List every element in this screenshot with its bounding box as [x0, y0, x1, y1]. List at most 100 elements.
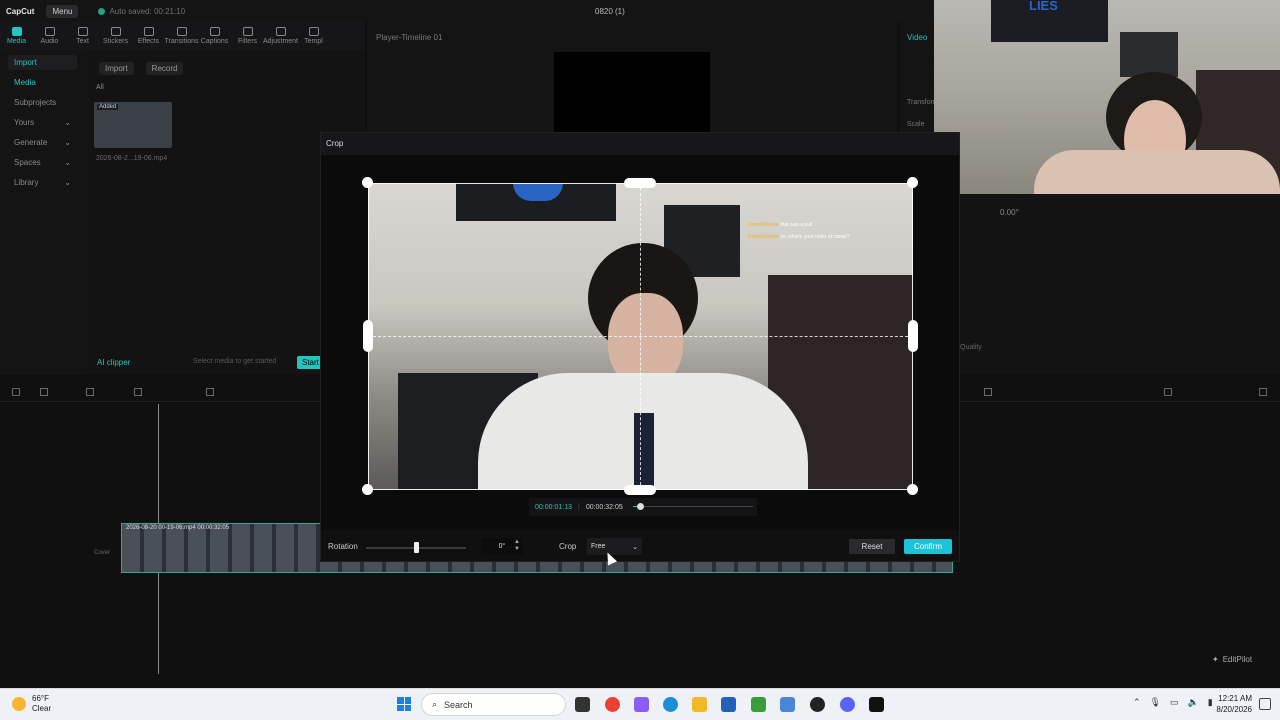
select-icon[interactable] [40, 388, 48, 396]
crop-dialog: Crop DrumlinGame that was a pull Drumlin… [320, 132, 960, 562]
task-view-icon[interactable] [575, 697, 590, 712]
chevron-up-icon[interactable]: ⌃ [1133, 697, 1141, 708]
project-title: 0820 (1) [595, 7, 625, 16]
capcut-icon[interactable] [869, 697, 884, 712]
main-toolbar: Media Audio Text Stickers Effects Transi… [0, 22, 365, 50]
tool-audio[interactable]: Audio [33, 22, 66, 50]
scrub-track[interactable] [633, 506, 753, 507]
player-screen[interactable] [554, 52, 710, 132]
sidebar-item-library[interactable]: Library ⌄ [8, 175, 77, 190]
ai-clipper-button[interactable]: AI clipper [97, 358, 130, 367]
tool-label: Stickers [103, 38, 128, 45]
crop-preview-image[interactable]: DrumlinGame that was a pull DrumlinGame … [368, 183, 913, 490]
split-icon[interactable] [134, 388, 142, 396]
xbox-icon[interactable] [751, 697, 766, 712]
discord-icon[interactable] [840, 697, 855, 712]
autosave-text: Auto saved: 00:21:10 [109, 6, 186, 16]
add-icon[interactable] [12, 388, 20, 396]
reset-button[interactable]: Reset [849, 539, 895, 554]
crop-handle-right[interactable] [908, 320, 918, 352]
tab-video[interactable]: Video [907, 33, 927, 42]
media-icon [11, 27, 22, 36]
chrome-icon[interactable] [605, 697, 620, 712]
taskbar-clock[interactable]: 12:21 AM 8/20/2026 [1212, 693, 1252, 715]
volume-icon[interactable]: 🔈 [1188, 697, 1199, 708]
tool-label: Text [76, 38, 89, 45]
adjustment-icon [275, 27, 286, 36]
tool-filters[interactable]: Filters [231, 22, 264, 50]
zoom-out-icon[interactable] [1164, 388, 1172, 396]
tool-templates[interactable]: Templ [297, 22, 330, 50]
obs-icon[interactable] [810, 697, 825, 712]
copilot-icon[interactable] [634, 697, 649, 712]
import-button[interactable]: Import [99, 62, 134, 75]
chat-line: DrumlinGame that was a pull [748, 219, 850, 231]
tool-captions[interactable]: Captions [198, 22, 231, 50]
confirm-button[interactable]: Confirm [904, 539, 952, 554]
tool-effects[interactable]: Effects [132, 22, 165, 50]
sidebar-item-import[interactable]: Import [8, 55, 77, 70]
network-icon[interactable]: ▭ [1170, 697, 1179, 708]
rotation-slider-knob[interactable] [414, 542, 419, 553]
menu-button[interactable]: Menu [46, 4, 79, 18]
crop-ratio-label: Crop [559, 542, 577, 551]
search-label: Search [444, 699, 473, 710]
store-icon[interactable] [721, 697, 736, 712]
stickers-icon [110, 27, 121, 36]
sidebar-item-generate[interactable]: Generate ⌄ [8, 135, 77, 150]
crop-handle-top-right[interactable] [907, 177, 918, 188]
media-thumbnail[interactable]: Added [94, 102, 172, 148]
delete-icon[interactable] [206, 388, 214, 396]
crop-handle-bottom[interactable] [624, 485, 656, 495]
cover-button[interactable]: Cover [94, 550, 110, 556]
filter-all[interactable]: All [96, 84, 104, 91]
chevron-down-icon: ⌄ [64, 118, 71, 127]
weather-widget[interactable]: 66°F Clear [12, 694, 51, 714]
autosave-status: Auto saved: 00:21:10 [98, 7, 185, 16]
player-title: Player-Timeline 01 [376, 33, 443, 42]
tool-label: Captions [200, 38, 229, 45]
microphone-icon[interactable] [984, 388, 992, 396]
rotation-stepper-icon[interactable]: ▲ ▼ [514, 539, 520, 553]
rotation-value: 0° [498, 543, 506, 550]
angle-value[interactable]: 0.00° [1000, 208, 1019, 217]
record-button[interactable]: Record [145, 62, 184, 75]
scrub-knob[interactable] [637, 503, 644, 510]
app-icon[interactable] [780, 697, 795, 712]
tool-label: Audio [40, 38, 59, 45]
editpilot-label: EditPilot [1222, 655, 1253, 664]
sidebar-item-label: Spaces [14, 158, 41, 167]
file-explorer-icon[interactable] [692, 697, 707, 712]
taskbar-search[interactable]: ⌕ Search [421, 693, 566, 716]
crop-handle-top[interactable] [624, 178, 656, 188]
crop-handle-left[interactable] [363, 320, 373, 352]
tool-media[interactable]: Media [0, 22, 33, 50]
crop-ratio-select[interactable]: Free ⌄ [587, 538, 642, 555]
clock-date: 8/20/2026 [1216, 705, 1252, 714]
crop-canvas: DrumlinGame that was a pull DrumlinGame … [321, 155, 959, 530]
edge-icon[interactable] [663, 697, 678, 712]
sidebar-item-label: Subprojects [14, 98, 57, 107]
notification-icon[interactable] [1259, 698, 1271, 710]
crop-handle-bottom-left[interactable] [362, 484, 373, 495]
poster-text: LIES [1029, 0, 1058, 13]
tool-adjustment[interactable]: Adjustment [263, 22, 298, 50]
crop-handle-top-left[interactable] [362, 177, 373, 188]
editpilot-button[interactable]: ✦ EditPilot [1212, 655, 1252, 664]
undo-icon[interactable] [86, 388, 94, 396]
sidebar-item-yours[interactable]: Yours ⌄ [8, 115, 77, 130]
templates-icon [308, 27, 319, 36]
sidebar-item-spaces[interactable]: Spaces ⌄ [8, 155, 77, 170]
zoom-in-icon[interactable] [1259, 388, 1267, 396]
autosave-icon [98, 7, 106, 15]
crop-handle-bottom-right[interactable] [907, 484, 918, 495]
sidebar-item-subprojects[interactable]: Subprojects [8, 95, 77, 110]
tool-text[interactable]: Text [66, 22, 99, 50]
scale-label: Scale [907, 121, 925, 128]
sidebar-item-media[interactable]: Media [8, 75, 77, 90]
tool-transitions[interactable]: Transitions [165, 22, 199, 50]
windows-start-icon[interactable] [397, 697, 411, 711]
microphone-icon[interactable]: 🎙 [1150, 697, 1161, 708]
crop-timecode-bar: 00:00:01:13 | 00:00:32:05 [529, 498, 757, 516]
tool-stickers[interactable]: Stickers [99, 22, 132, 50]
